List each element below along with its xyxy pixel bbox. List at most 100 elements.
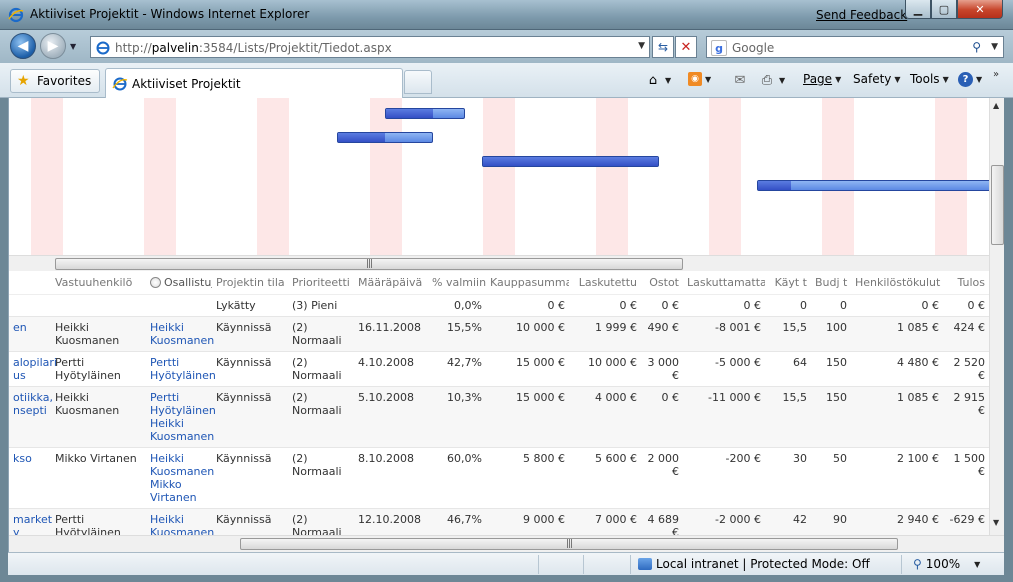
grid-horizontal-scrollbar[interactable]: ||| bbox=[9, 535, 1004, 552]
gantt-bar[interactable] bbox=[757, 180, 989, 191]
col-pct[interactable]: % valmiina bbox=[428, 271, 486, 295]
cell-title[interactable]: en bbox=[9, 316, 51, 351]
table-row[interactable]: otiikka, nsepti Heikki Kuosmanen Pertti … bbox=[9, 386, 989, 447]
new-tab-button[interactable] bbox=[404, 70, 432, 94]
gantt-bar[interactable] bbox=[482, 156, 659, 167]
tools-menu[interactable]: Tools ▼ bbox=[910, 72, 949, 86]
gantt-scroll-thumb[interactable]: ||| bbox=[55, 258, 683, 270]
safety-menu-caret-icon: ▼ bbox=[894, 74, 901, 84]
stop-button[interactable]: ✕ bbox=[675, 36, 697, 58]
cell-title[interactable]: alopilari us bbox=[9, 351, 57, 386]
cell-title[interactable]: market y bbox=[9, 508, 52, 535]
col-uninvoiced[interactable]: Laskuttamatta bbox=[683, 271, 765, 295]
radio-icon[interactable] bbox=[150, 276, 161, 288]
table-row[interactable]: kso Mikko Virtanen Heikki Kuosmanen Mikk… bbox=[9, 447, 989, 508]
cell-participants[interactable]: Heikki Kuosmanen bbox=[146, 316, 214, 351]
col-budget[interactable]: Budj t bbox=[811, 271, 851, 295]
status-divider bbox=[901, 555, 902, 574]
scroll-up-icon[interactable]: ▲ bbox=[993, 101, 999, 110]
cell-deal: 15 000 € bbox=[516, 355, 565, 369]
safety-menu[interactable]: Safety ▼ bbox=[853, 72, 901, 86]
cell-due: 16.11.2008 bbox=[358, 320, 421, 334]
cell-participants[interactable]: Heikki Kuosmanen Mikko bbox=[146, 508, 214, 535]
back-button[interactable]: ◀ bbox=[10, 33, 36, 59]
cell-invoiced: 1 999 € bbox=[595, 320, 637, 334]
grid-scroll-thumb[interactable]: ||| bbox=[240, 538, 898, 550]
search-box[interactable]: g Google ⚲ ▼ bbox=[706, 36, 1004, 58]
security-zone[interactable]: Local intranet | Protected Mode: Off bbox=[638, 557, 870, 571]
search-input[interactable]: Google bbox=[732, 41, 774, 55]
table-row[interactable]: en Heikki Kuosmanen Heikki Kuosmanen Käy… bbox=[9, 316, 989, 351]
cell-priority: (2) Normaali bbox=[292, 355, 342, 382]
gantt-bar[interactable] bbox=[337, 132, 433, 143]
help-dropdown-icon[interactable]: ▼ bbox=[976, 75, 982, 84]
home-button[interactable]: ⌂ ▼ bbox=[644, 72, 671, 88]
feeds-button[interactable]: ◉ ▼ bbox=[688, 72, 711, 86]
search-options-dropdown-icon[interactable]: ▼ bbox=[991, 42, 998, 52]
feeds-dropdown-icon[interactable]: ▼ bbox=[705, 75, 711, 84]
read-mail-button[interactable]: ✉ bbox=[731, 72, 749, 88]
navigation-bar: ◀ ▶ ▼ http://palvelin:3584/Lists/Projekt… bbox=[0, 30, 1013, 63]
close-button[interactable]: ✕ bbox=[957, 0, 1003, 19]
minimize-button[interactable]: ▁ bbox=[905, 0, 931, 19]
maximize-button[interactable]: ▢ bbox=[931, 0, 957, 19]
status-divider bbox=[538, 555, 539, 574]
recent-pages-dropdown-icon[interactable]: ▼ bbox=[70, 42, 78, 51]
cell-deal: 9 000 € bbox=[523, 512, 565, 526]
refresh-button[interactable]: ⇆ bbox=[652, 36, 674, 58]
col-due[interactable]: Määräpäivä bbox=[354, 271, 428, 295]
col-used[interactable]: Käyt t bbox=[765, 271, 811, 295]
gantt-bar[interactable] bbox=[385, 108, 465, 119]
cell-used: 64 bbox=[793, 355, 807, 369]
forward-button[interactable]: ▶ bbox=[40, 33, 66, 59]
cell-title[interactable]: kso bbox=[9, 447, 51, 508]
table-row[interactable]: market y Pertti Hyötyläinen Heikki Kuosm… bbox=[9, 508, 989, 535]
table-row[interactable]: alopilari us Pertti Hyötyläinen Pertti H… bbox=[9, 351, 989, 386]
cell-title[interactable] bbox=[9, 294, 51, 316]
send-feedback-link[interactable]: Send Feedback bbox=[816, 8, 907, 22]
col-deal[interactable]: Kauppasumma bbox=[486, 271, 569, 295]
command-bar: ★ Favorites Aktiiviset Projektit ⌂ ▼ ◉ ▼ ✉… bbox=[0, 63, 1013, 98]
help-button[interactable]: ? ▼ bbox=[958, 72, 982, 87]
zoom-dropdown-icon[interactable]: ▼ bbox=[974, 560, 980, 569]
address-dropdown-icon[interactable]: ▼ bbox=[638, 41, 645, 51]
vertical-scrollbar[interactable]: ▲ ▼ bbox=[989, 98, 1004, 535]
col-title[interactable] bbox=[9, 271, 51, 295]
printer-icon: ⎙ bbox=[761, 72, 773, 88]
print-dropdown-icon[interactable]: ▼ bbox=[779, 76, 785, 85]
cell-participants[interactable] bbox=[146, 294, 212, 316]
cell-title[interactable]: otiikka, nsepti bbox=[9, 386, 53, 447]
col-result[interactable]: Tulos bbox=[943, 271, 989, 295]
cell-participants[interactable]: Heikki Kuosmanen Mikko Virtanen bbox=[146, 447, 214, 508]
chevron-more-icon[interactable]: » bbox=[993, 69, 999, 80]
cell-purchases: 3 000 € bbox=[647, 355, 680, 382]
cell-budget: 50 bbox=[833, 451, 847, 465]
table-row[interactable]: Lykätty (3) Pieni 0,0% 0 € 0 € 0 € 0 € 0… bbox=[9, 294, 989, 316]
scroll-down-icon[interactable]: ▼ bbox=[993, 518, 999, 527]
print-button[interactable]: ⎙ ▼ bbox=[758, 72, 785, 88]
favorites-button[interactable]: ★ Favorites bbox=[10, 69, 101, 93]
cell-participants[interactable]: Pertti Hyötyläinen bbox=[146, 351, 216, 386]
col-participants[interactable]: Osallistujat bbox=[146, 271, 212, 295]
vertical-scroll-thumb[interactable] bbox=[991, 165, 1004, 245]
address-url[interactable]: http://palvelin:3584/Lists/Projektit/Tie… bbox=[115, 41, 392, 55]
col-invoiced[interactable]: Laskutettu bbox=[569, 271, 641, 295]
address-bar[interactable]: http://palvelin:3584/Lists/Projektit/Tie… bbox=[90, 36, 650, 58]
col-owner[interactable]: Vastuuhenkilö bbox=[51, 271, 146, 295]
status-bar: Local intranet | Protected Mode: Off ⚲ 1… bbox=[8, 552, 1004, 575]
cell-due: 4.10.2008 bbox=[358, 355, 414, 369]
cell-status: Käynnissä bbox=[216, 320, 272, 334]
col-staff[interactable]: Henkilöstökulut bbox=[851, 271, 943, 295]
refresh-icon: ⇆ bbox=[657, 40, 669, 54]
cell-participants[interactable]: Pertti Hyötyläinen Heikki Kuosmanen bbox=[146, 386, 216, 447]
page-menu[interactable]: Page ▼ bbox=[803, 72, 841, 86]
gantt-horizontal-scrollbar[interactable]: ||| bbox=[9, 255, 989, 271]
zoom-control[interactable]: ⚲ 100% ▼ bbox=[913, 557, 980, 571]
col-priority[interactable]: Prioriteetti bbox=[288, 271, 354, 295]
col-status[interactable]: Projektin tila bbox=[212, 271, 288, 295]
tab-active[interactable]: Aktiiviset Projektit bbox=[105, 68, 403, 98]
col-purchases[interactable]: Ostot bbox=[641, 271, 683, 295]
home-dropdown-icon[interactable]: ▼ bbox=[665, 76, 671, 85]
cell-pct: 10,3% bbox=[447, 390, 482, 404]
search-icon[interactable]: ⚲ bbox=[972, 40, 981, 54]
